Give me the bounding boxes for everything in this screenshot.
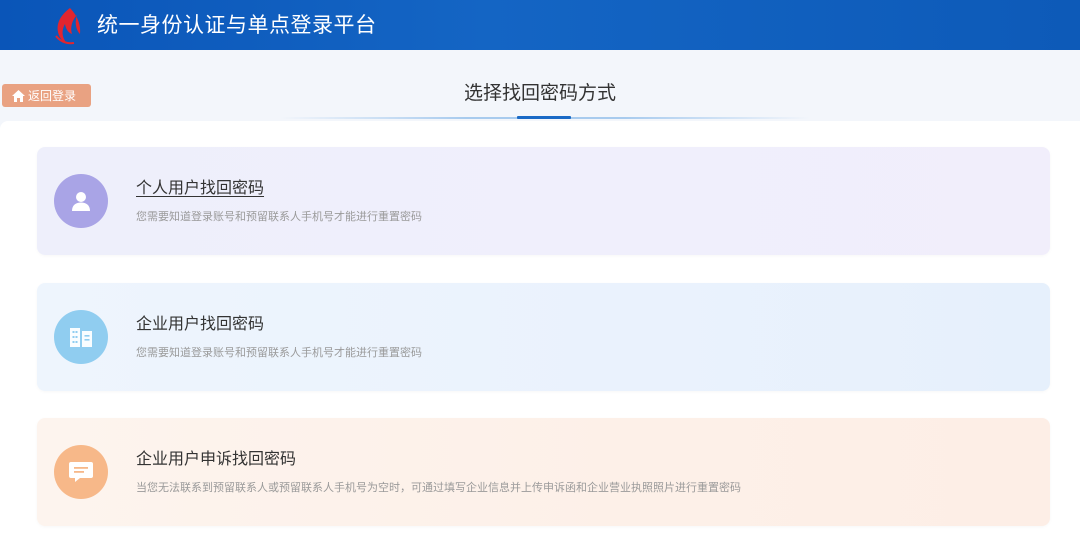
option-title: 个人用户找回密码 <box>136 178 265 197</box>
option-description: 您需要知道登录账号和预留联系人手机号才能进行重置密码 <box>136 346 422 359</box>
personal-recovery-option[interactable]: 个人用户找回密码 您需要知道登录账号和预留联系人手机号才能进行重置密码 <box>37 147 1050 255</box>
option-description: 当您无法联系到预留联系人或预留联系人手机号为空时，可通过填写企业信息并上传申诉函… <box>136 481 741 494</box>
enterprise-recovery-option[interactable]: 企业用户找回密码 您需要知道登录账号和预留联系人手机号才能进行重置密码 <box>37 283 1050 391</box>
message-icon <box>54 445 108 499</box>
header-bar: 统一身份认证与单点登录平台 <box>0 0 1080 50</box>
option-description: 您需要知道登录账号和预留联系人手机号才能进行重置密码 <box>136 210 422 223</box>
option-title: 企业用户申诉找回密码 <box>136 449 297 468</box>
enterprise-appeal-recovery-option[interactable]: 企业用户申诉找回密码 当您无法联系到预留联系人或预留联系人手机号为空时，可通过填… <box>37 418 1050 526</box>
flame-logo-icon <box>55 8 81 45</box>
heading-active-indicator <box>517 116 571 119</box>
app-title: 统一身份认证与单点登录平台 <box>97 13 377 37</box>
option-title: 企业用户找回密码 <box>136 314 265 333</box>
user-icon <box>54 174 108 228</box>
page-title: 选择找回密码方式 <box>463 82 616 104</box>
building-icon <box>54 310 108 364</box>
